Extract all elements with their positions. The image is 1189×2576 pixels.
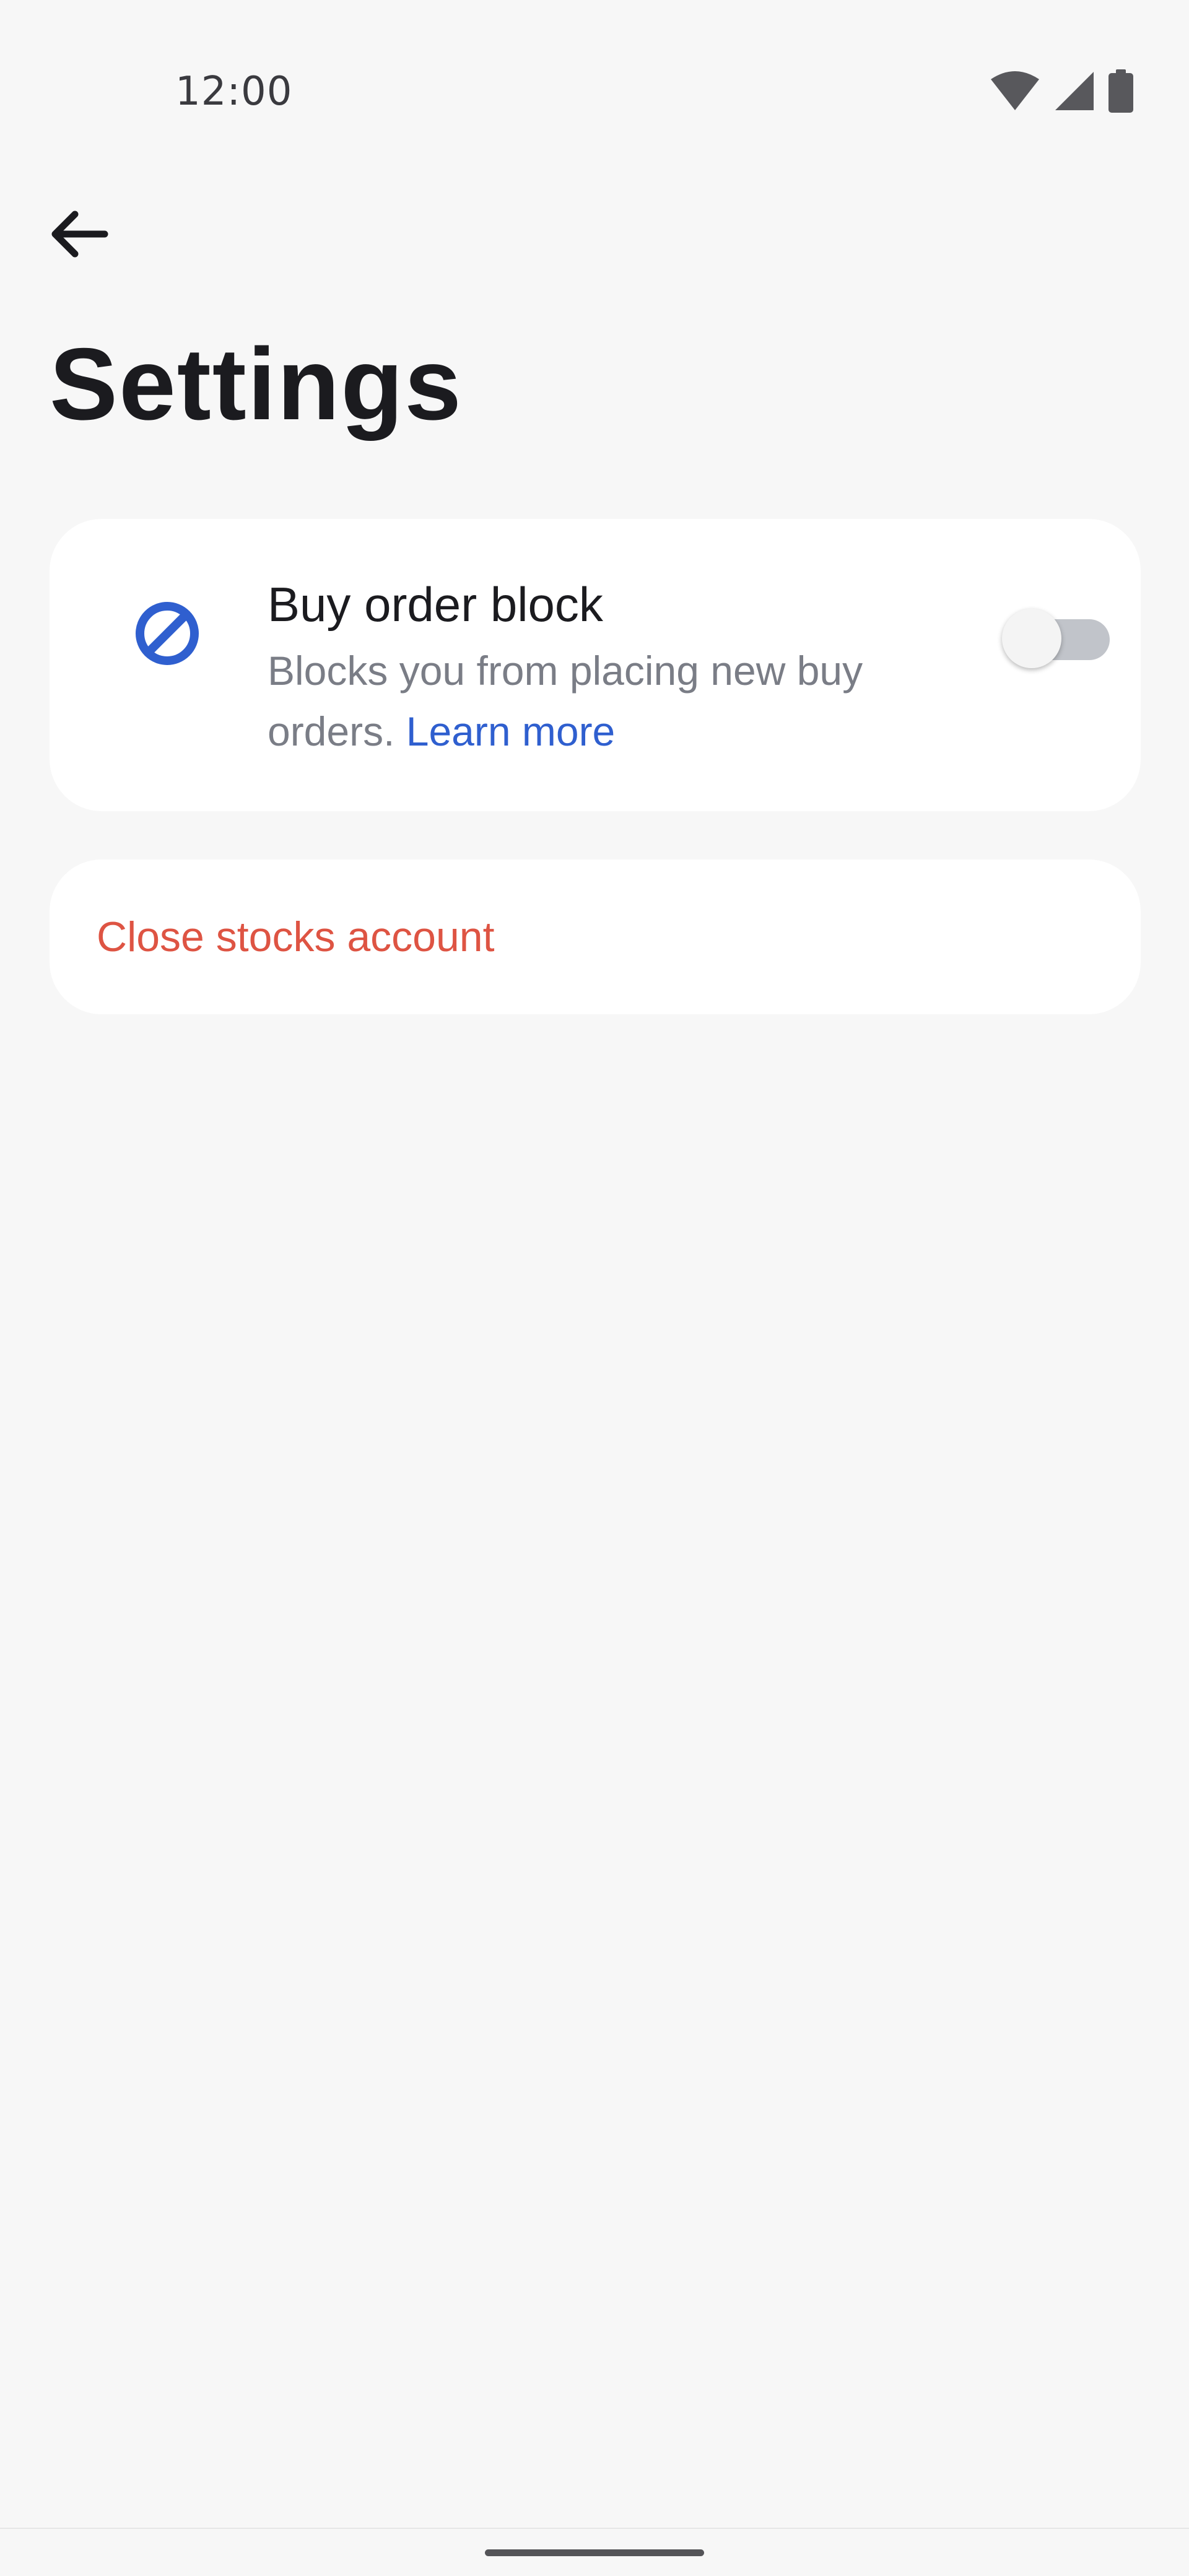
home-indicator[interactable] — [485, 2549, 704, 2556]
close-stocks-account-label: Close stocks account — [97, 913, 495, 960]
toggle-thumb — [1002, 609, 1061, 668]
buy-order-block-card: Buy order block Blocks you from placing … — [50, 519, 1141, 811]
battery-icon — [1108, 69, 1133, 116]
buy-order-block-title: Buy order block — [268, 577, 603, 632]
block-icon — [127, 593, 207, 674]
status-bar: 12:00 — [0, 0, 1189, 186]
status-icons — [990, 69, 1133, 116]
cell-signal-icon — [1054, 71, 1095, 115]
buy-order-block-description: Blocks you from placing new buy orders. … — [268, 640, 936, 762]
close-stocks-account-button[interactable]: Close stocks account — [50, 859, 1141, 1014]
wifi-icon — [990, 71, 1040, 115]
back-button[interactable] — [45, 201, 113, 269]
page-title: Settings — [50, 327, 463, 441]
status-time: 12:00 — [175, 69, 293, 115]
learn-more-link[interactable]: Learn more — [406, 708, 616, 754]
nav-divider — [0, 2528, 1189, 2529]
arrow-back-icon — [48, 209, 110, 262]
buy-order-block-toggle[interactable] — [1002, 599, 1113, 668]
